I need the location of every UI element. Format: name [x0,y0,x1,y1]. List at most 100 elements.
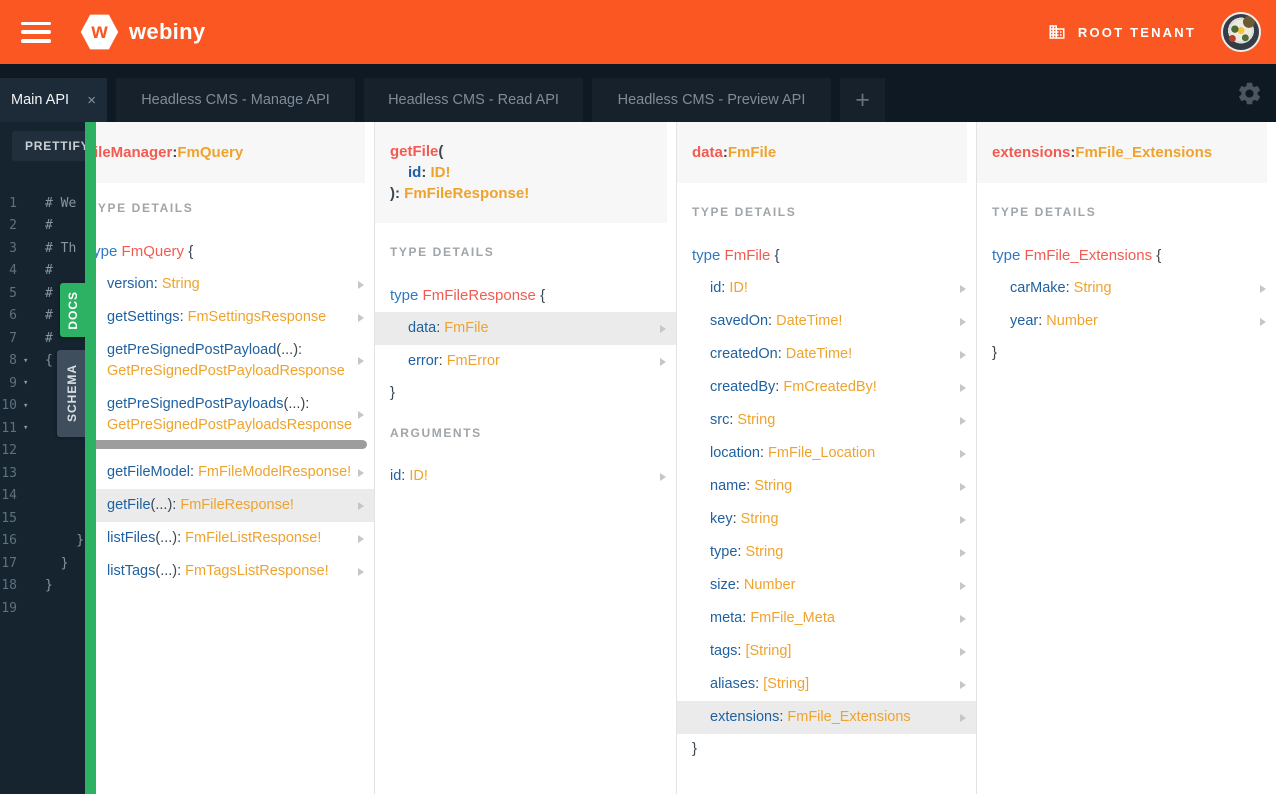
field-row-tags[interactable]: tags: [String] [677,635,976,668]
chevron-right-icon [960,548,966,557]
field-type: FmError [446,353,500,369]
code-text: } [45,578,53,594]
docs-side-tab[interactable]: DOCS [60,283,86,337]
code-text: } [45,555,69,571]
column-body: TYPE DETAILS type FmFileResponse { data:… [375,223,676,493]
horizontal-scrollbar[interactable] [96,440,367,449]
field-name: key [710,511,733,527]
argument-row-id[interactable]: id: ID! [375,460,676,493]
field-name: getFileModel [107,464,191,480]
field-type: DateTime! [776,313,843,329]
query-editor[interactable]: PRETTIFY 1 # We 2 # 3 # Th 4 # 5 # 6 # 7 # 8 ▾{ … [0,122,92,794]
editor-line: 1 # We [0,192,85,215]
fold-arrow-icon[interactable]: ▾ [17,356,37,366]
field-row-id[interactable]: id: ID! [677,272,976,305]
field-row-src[interactable]: src: String [677,404,976,437]
fold-arrow-icon[interactable]: ▾ [17,378,37,388]
code-text: # Th [45,240,77,256]
field-row-createdby[interactable]: createdBy: FmCreatedBy! [677,371,976,404]
schema-side-tab[interactable]: SCHEMA [57,350,86,437]
line-number: 11 [1,420,17,436]
docs-column-fmquery: fileManager: FmQuery TYPE DETAILS type F… [96,122,375,794]
line-number: 4 [9,263,17,279]
user-avatar[interactable] [1221,12,1261,52]
chevron-right-icon [358,280,364,289]
column-header: fileManager: FmQuery [96,122,365,183]
field-name: meta [710,610,743,626]
field-row-extensions-selected[interactable]: extensions: FmFile_Extensions [677,701,976,734]
field-row-name[interactable]: name: String [677,470,976,503]
field-row-getpresignedpostpayloads[interactable]: getPreSignedPostPayloads(...): GetPreSig… [96,388,374,442]
field-row-size[interactable]: size: Number [677,569,976,602]
field-name: carMake [1010,280,1066,296]
tab-label: Headless CMS - Preview API [617,92,806,108]
open-brace: { [188,243,194,260]
logo-letter: w [91,20,108,43]
field-name: createdOn [710,346,778,362]
field-row-getfilemodel[interactable]: getFileModel: FmFileModelResponse! [96,456,374,489]
settings-button[interactable] [1236,80,1263,107]
column-body: TYPE DETAILS type FmFile { id: ID! saved… [677,183,976,762]
type-declaration: type FmQuery { [96,235,374,268]
chevron-right-icon [660,324,666,333]
tab-headless-cms-read-api[interactable]: Headless CMS - Read API [364,78,583,122]
code-text: } [45,533,85,549]
tab-main-api[interactable]: Main API × [0,78,107,122]
fold-arrow-icon[interactable]: ▾ [17,423,37,433]
field-row-key[interactable]: key: String [677,503,976,536]
column-body: TYPE DETAILS type FmFile_Extensions { ca… [977,183,1276,366]
editor-line: 3 # Th [0,237,85,260]
field-row-getsettings[interactable]: getSettings: FmSettingsResponse [96,301,374,334]
field-row-year[interactable]: year: Number [977,305,1276,338]
field-row-carmake[interactable]: carMake: String [977,272,1276,305]
fold-arrow-icon[interactable]: ▾ [17,401,37,411]
hamburger-menu-icon[interactable] [21,21,51,43]
field-row-listtags[interactable]: listTags(...): FmTagsListResponse! [96,555,374,588]
docs-panel-drag-handle[interactable] [85,122,96,794]
field-row-getfile-selected[interactable]: getFile(...): FmFileResponse! [96,489,374,522]
prettify-button[interactable]: PRETTIFY [12,131,92,161]
field-type: FmFile [444,320,489,336]
field-type: Number [1046,313,1098,329]
field-row-meta[interactable]: meta: FmFile_Meta [677,602,976,635]
field-row-error[interactable]: error: FmError [375,345,676,378]
type-keyword: type [96,243,118,260]
chevron-right-icon [358,534,364,543]
field-row-location[interactable]: location: FmFile_Location [677,437,976,470]
field-name: src [710,412,730,428]
tab-headless-cms-manage-api[interactable]: Headless CMS - Manage API [116,78,355,122]
field-row-aliases[interactable]: aliases: [String] [677,668,976,701]
close-brace: } [390,383,396,401]
field-type: String [745,544,784,560]
field-row-version[interactable]: version: String [96,268,374,301]
field-type: FmTagsListResponse! [185,563,329,579]
line-number: 19 [1,600,17,616]
code-text: # We [45,195,77,211]
close-tab-icon[interactable]: × [87,92,96,109]
field-row-type[interactable]: type: String [677,536,976,569]
args-ellipsis: (...) [155,563,178,579]
open-paren: ( [438,143,444,160]
field-type: FmFile_Meta [750,610,835,626]
field-name: location [710,445,760,461]
api-tab-bar: Main API × Headless CMS - Manage API Hea… [0,64,1276,122]
add-tab-button[interactable]: + [840,78,885,122]
column-header: extensions: FmFile_Extensions [977,122,1267,183]
chevron-right-icon [960,482,966,491]
chevron-right-icon [960,317,966,326]
tenant-selector[interactable]: ROOT TENANT [1047,23,1196,41]
field-type: String [754,478,793,494]
open-brace: { [1156,247,1162,264]
separator: : [438,353,447,369]
section-label: TYPE DETAILS [692,204,797,219]
field-row-data-selected[interactable]: data: FmFile [375,312,676,345]
field-name: savedOn [710,313,769,329]
field-row-getpresignedpostpayload[interactable]: getPreSignedPostPayload(...): GetPreSign… [96,334,374,388]
field-row-listfiles[interactable]: listFiles(...): FmFileListResponse! [96,522,374,555]
field-row-createdon[interactable]: createdOn: DateTime! [677,338,976,371]
field-row-savedon[interactable]: savedOn: DateTime! [677,305,976,338]
tab-headless-cms-preview-api[interactable]: Headless CMS - Preview API [592,78,831,122]
field-name: extensions [710,709,780,725]
webiny-logo[interactable]: w webiny [80,14,205,51]
args-ellipsis: (...) [276,342,299,358]
